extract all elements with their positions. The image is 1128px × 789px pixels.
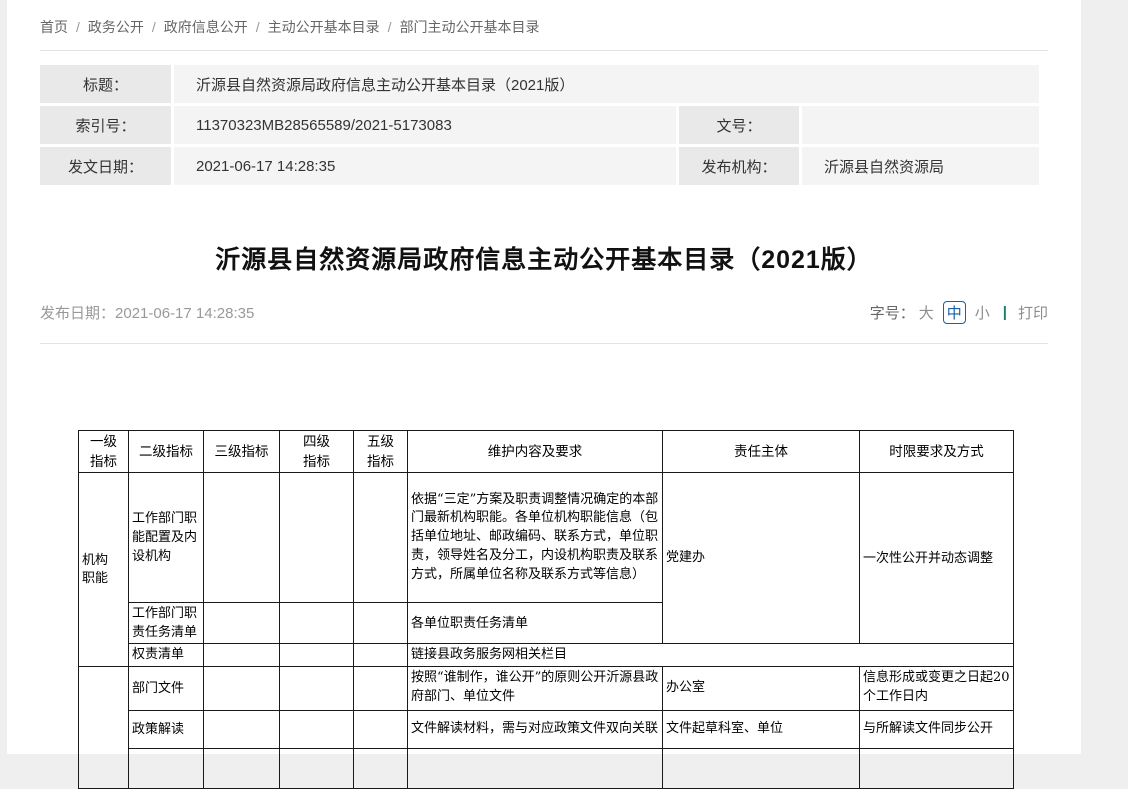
empty-cell [354, 666, 408, 710]
empty-cell [280, 643, 354, 666]
cell-time: 与所解读文件同步公开 [860, 710, 1014, 748]
meta-docno-value [802, 106, 1039, 144]
cell-level2: 政策解读 [129, 710, 204, 748]
breadcrumb-item-zhengwu[interactable]: 政务公开 [88, 19, 144, 35]
breadcrumb-item-current: 部门主动公开基本目录 [400, 19, 540, 35]
cell-responsible: 办公室 [663, 666, 860, 710]
breadcrumb-item-mulu[interactable]: 主动公开基本目录 [268, 19, 380, 35]
cell-level2: 工作部门职能配置及内设机构 [129, 473, 204, 603]
meta-title-label: 标题： [40, 65, 171, 103]
breadcrumb-separator: / [256, 19, 260, 35]
empty-cell [860, 748, 1014, 788]
cell-time: 信息形成或变更之日起20个工作日内 [860, 666, 1014, 710]
th-level4: 四级 指标 [280, 431, 354, 473]
page-title: 沂源县自然资源局政府信息主动公开基本目录（2021版） [7, 243, 1081, 277]
font-size-medium-button[interactable]: 中 [943, 301, 966, 324]
breadcrumb: 首页 / 政务公开 / 政府信息公开 / 主动公开基本目录 / 部门主动公开基本目录 [7, 0, 1081, 37]
breadcrumb-item-xinxi[interactable]: 政府信息公开 [164, 19, 248, 35]
toolbar-tools: 字号： 大 中 小 | 打印 [870, 301, 1048, 324]
cell-level2: 权责清单 [129, 643, 204, 666]
cell-level2: 部门文件 [129, 666, 204, 710]
empty-cell [354, 710, 408, 748]
cell-content: 各单位职责任务清单 [408, 603, 663, 644]
empty-cell [408, 748, 663, 788]
meta-index-label: 索引号： [40, 106, 171, 144]
breadcrumb-divider [40, 50, 1048, 51]
cell-content: 按照“谁制作，谁公开”的原则公开沂源县政府部门、单位文件 [408, 666, 663, 710]
th-responsible: 责任主体 [663, 431, 860, 473]
toolbar-divider-line [40, 343, 1048, 344]
cell-level1-jigouzhineng: 机构 职能 [79, 473, 129, 667]
cell-time: 一次性公开并动态调整 [860, 473, 1014, 644]
content-table: 一级 指标 二级指标 三级指标 四级 指标 五级 指标 维护内容及要求 责任主体… [78, 430, 1014, 789]
empty-cell [204, 643, 280, 666]
meta-table: 标题： 沂源县自然资源局政府信息主动公开基本目录（2021版） 索引号： 113… [40, 65, 1049, 185]
th-level5: 五级 指标 [354, 431, 408, 473]
cell-content: 文件解读材料，需与对应政策文件双向关联 [408, 710, 663, 748]
cell-level1-empty [79, 666, 129, 788]
toolbar-divider: | [1003, 304, 1007, 321]
publish-date-value: 2021-06-17 14:28:35 [115, 305, 254, 322]
meta-date-label: 发文日期： [40, 147, 171, 185]
empty-cell [204, 603, 280, 644]
empty-cell [204, 473, 280, 603]
empty-cell [354, 643, 408, 666]
table-row-cutoff [79, 748, 1014, 788]
breadcrumb-item-home[interactable]: 首页 [40, 19, 68, 35]
empty-cell [280, 748, 354, 788]
breadcrumb-separator: / [152, 19, 156, 35]
empty-cell [354, 603, 408, 644]
th-time: 时限要求及方式 [860, 431, 1014, 473]
article-toolbar: 发布日期：2021-06-17 14:28:35 字号： 大 中 小 | 打印 [40, 301, 1048, 324]
meta-org-value: 沂源县自然资源局 [802, 147, 1039, 185]
cell-content: 依据“三定”方案及职责调整情况确定的本部门最新机构职能。各单位机构职能信息（包括… [408, 473, 663, 603]
cell-level2: 工作部门职责任务清单 [129, 603, 204, 644]
font-size-large-button[interactable]: 大 [919, 302, 934, 323]
page-content: 首页 / 政务公开 / 政府信息公开 / 主动公开基本目录 / 部门主动公开基本目录 标题： 沂… [7, 0, 1081, 754]
empty-cell [280, 603, 354, 644]
meta-date-value: 2021-06-17 14:28:35 [174, 147, 676, 185]
th-level3: 三级指标 [204, 431, 280, 473]
table-row: 部门文件 按照“谁制作，谁公开”的原则公开沂源县政府部门、单位文件 办公室 信息… [79, 666, 1014, 710]
breadcrumb-separator: / [76, 19, 80, 35]
empty-cell [204, 748, 280, 788]
empty-cell [354, 748, 408, 788]
th-level2: 二级指标 [129, 431, 204, 473]
table-row: 政策解读 文件解读材料，需与对应政策文件双向关联 文件起草科室、单位 与所解读文… [79, 710, 1014, 748]
cell-content: 链接县政务服务网相关栏目 [408, 643, 1014, 666]
table-row: 权责清单 链接县政务服务网相关栏目 [79, 643, 1014, 666]
th-content: 维护内容及要求 [408, 431, 663, 473]
meta-title-value: 沂源县自然资源局政府信息主动公开基本目录（2021版） [174, 65, 1039, 103]
empty-cell [280, 710, 354, 748]
empty-cell [204, 666, 280, 710]
empty-cell [354, 473, 408, 603]
cell-responsible: 党建办 [663, 473, 860, 644]
meta-index-value: 11370323MB28565589/2021-5173083 [174, 106, 676, 144]
table-row: 机构 职能 工作部门职能配置及内设机构 依据“三定”方案及职责调整情况确定的本部… [79, 473, 1014, 603]
breadcrumb-separator: / [388, 19, 392, 35]
empty-cell [204, 710, 280, 748]
font-size-label: 字号： [870, 302, 915, 323]
table-header-row: 一级 指标 二级指标 三级指标 四级 指标 五级 指标 维护内容及要求 责任主体… [79, 431, 1014, 473]
empty-cell [129, 748, 204, 788]
meta-org-label: 发布机构： [679, 147, 799, 185]
empty-cell [663, 748, 860, 788]
meta-docno-label: 文号： [679, 106, 799, 144]
empty-cell [280, 666, 354, 710]
print-button[interactable]: 打印 [1018, 302, 1048, 323]
cell-responsible: 文件起草科室、单位 [663, 710, 860, 748]
th-level1: 一级 指标 [79, 431, 129, 473]
empty-cell [280, 473, 354, 603]
publish-date-label: 发布日期： [40, 305, 115, 322]
publish-date: 发布日期：2021-06-17 14:28:35 [40, 302, 254, 323]
font-size-small-button[interactable]: 小 [975, 302, 990, 323]
